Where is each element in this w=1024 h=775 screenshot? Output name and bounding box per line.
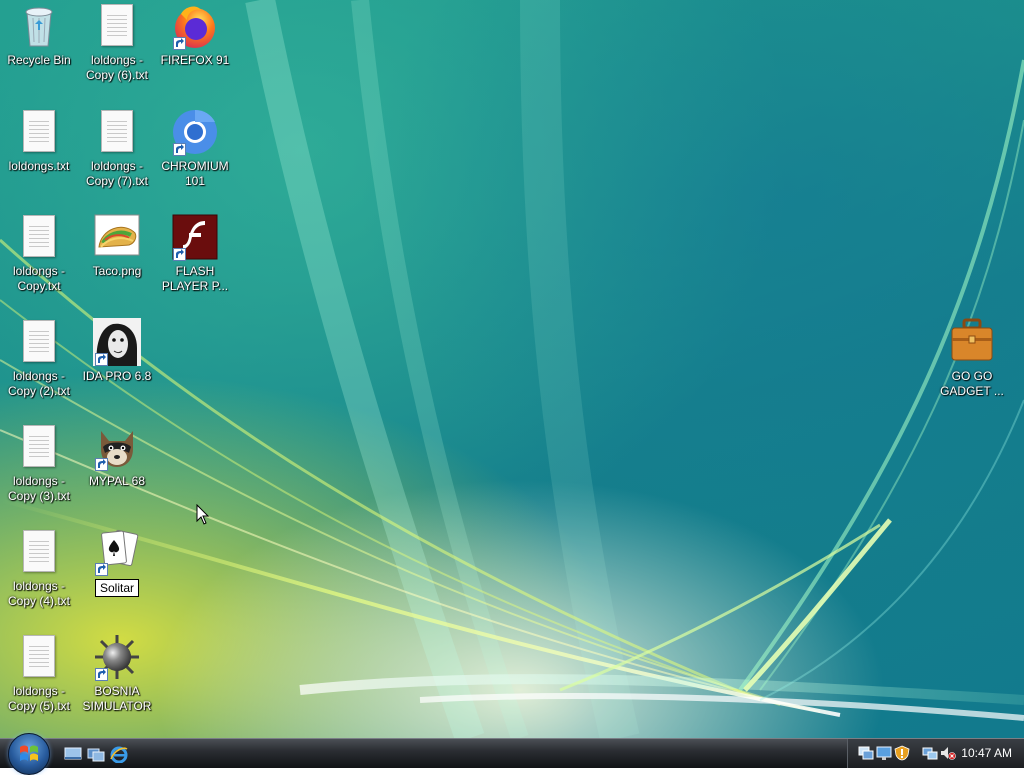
mypal-raccoon-icon: [93, 423, 141, 471]
system-tray: 10:47 AM: [847, 739, 1024, 768]
text-file-icon: [23, 635, 55, 677]
desktop-icon-label: FLASH PLAYER P...: [161, 264, 229, 293]
firefox-icon: [171, 2, 219, 50]
desktop-icon-label: loldongs - Copy (7).txt: [85, 159, 148, 188]
desktop-icon-label: CHROMIUM 101: [161, 159, 229, 188]
text-file-desktop-icon[interactable]: loldongs - Copy (5).txt: [1, 633, 77, 714]
desktop-icon-label: loldongs - Copy (2).txt: [7, 369, 70, 398]
text-file-desktop-icon[interactable]: loldongs - Copy (6).txt: [79, 2, 155, 83]
show-desktop-icon[interactable]: [64, 745, 82, 763]
solitaire-cards-icon: [93, 528, 141, 576]
ida-pro-icon: [93, 318, 141, 366]
security-alert-icon[interactable]: [894, 745, 910, 761]
gadget-briefcase-desktop-icon[interactable]: GO GO GADGET ...: [934, 318, 1010, 399]
text-file-icon: [23, 320, 55, 362]
text-file-desktop-icon[interactable]: loldongs - Copy.txt: [1, 213, 77, 294]
text-file-desktop-icon[interactable]: loldongs.txt: [1, 108, 77, 174]
taco-image-icon: [93, 213, 141, 261]
desktop-icon-label: loldongs - Copy (3).txt: [7, 474, 70, 503]
desktop-icon-label: loldongs - Copy (6).txt: [85, 53, 148, 82]
flash-player-shortcut[interactable]: FLASH PLAYER P...: [157, 213, 233, 294]
image-file-desktop-icon[interactable]: Taco.png: [79, 213, 155, 279]
desktop-icon-label: GO GO GADGET ...: [940, 369, 1004, 398]
desktop-icon-label: Recycle Bin: [7, 53, 71, 67]
desktop-icon-label: MYPAL 68: [88, 474, 146, 488]
desktop-icon-label: loldongs.txt: [8, 159, 70, 173]
text-file-desktop-icon[interactable]: loldongs - Copy (3).txt: [1, 423, 77, 504]
network-drive-icon[interactable]: [858, 745, 874, 761]
mouse-pointer-icon: [196, 504, 210, 525]
text-file-desktop-icon[interactable]: loldongs - Copy (4).txt: [1, 528, 77, 609]
recycle-bin-icon: [15, 2, 63, 50]
shortcut-arrow-icon: [173, 143, 186, 156]
icon-rename-field[interactable]: Solitar: [94, 579, 139, 597]
desktop-icon-label: Taco.png: [92, 264, 142, 278]
text-file-icon: [101, 4, 133, 46]
shortcut-arrow-icon: [95, 458, 108, 471]
internet-explorer-icon[interactable]: [110, 745, 128, 763]
text-file-icon: [23, 215, 55, 257]
start-button[interactable]: [8, 733, 50, 775]
volume-muted-icon[interactable]: [940, 745, 956, 761]
switch-windows-icon[interactable]: [87, 745, 105, 763]
ida-pro-shortcut[interactable]: IDA PRO 6.8: [79, 318, 155, 384]
desktop-icon-label: loldongs - Copy.txt: [12, 264, 66, 293]
briefcase-icon: [948, 318, 996, 366]
shortcut-arrow-icon: [95, 563, 108, 576]
shortcut-arrow-icon: [173, 248, 186, 261]
solitaire-shortcut[interactable]: Solitar: [79, 528, 155, 597]
shortcut-arrow-icon: [95, 353, 108, 366]
desktop-icon-label: loldongs - Copy (4).txt: [7, 579, 70, 608]
desktop-icon-label: BOSNIA SIMULATOR: [82, 684, 152, 713]
shortcut-arrow-icon: [95, 668, 108, 681]
desktop-icon-label: loldongs - Copy (5).txt: [7, 684, 70, 713]
network-status-icon[interactable]: [922, 745, 938, 761]
minesweeper-mine-icon: [93, 633, 141, 681]
desktop-icon-label: IDA PRO 6.8: [82, 369, 152, 383]
bosnia-simulator-shortcut[interactable]: BOSNIA SIMULATOR: [79, 633, 155, 714]
desktop-wallpaper[interactable]: Recycle Bin loldongs.txt loldongs - Copy…: [0, 0, 1024, 738]
chromium-icon: [171, 108, 219, 156]
shortcut-arrow-icon: [173, 37, 186, 50]
recycle-bin-desktop-icon[interactable]: Recycle Bin: [1, 2, 77, 68]
mypal-shortcut[interactable]: MYPAL 68: [79, 423, 155, 489]
chromium-shortcut[interactable]: CHROMIUM 101: [157, 108, 233, 189]
text-file-desktop-icon[interactable]: loldongs - Copy (7).txt: [79, 108, 155, 189]
text-file-icon: [23, 425, 55, 467]
text-file-icon: [23, 110, 55, 152]
text-file-icon: [23, 530, 55, 572]
text-file-desktop-icon[interactable]: loldongs - Copy (2).txt: [1, 318, 77, 399]
desktop-icon-label: FIREFOX 91: [160, 53, 230, 67]
taskbar-clock[interactable]: 10:47 AM: [961, 746, 1012, 760]
display-settings-icon[interactable]: [876, 745, 892, 761]
text-file-icon: [101, 110, 133, 152]
firefox-shortcut[interactable]: FIREFOX 91: [157, 2, 233, 68]
windows-start-orb-icon: [20, 745, 38, 761]
taskbar: 10:47 AM: [0, 733, 1024, 775]
flash-player-icon: [171, 213, 219, 261]
